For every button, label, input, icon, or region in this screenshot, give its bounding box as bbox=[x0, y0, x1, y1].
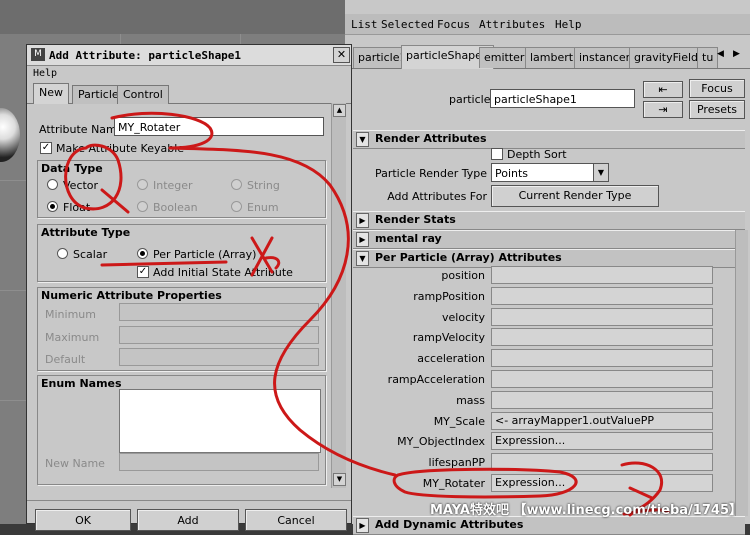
annotation-connector bbox=[168, 146, 397, 477]
annotation-x-mark bbox=[250, 236, 281, 277]
watermark: MAYA特效吧 【www.linecg.com/tieba/1745】 bbox=[429, 503, 742, 518]
red-annotation-strokes bbox=[64, 111, 670, 517]
annotation-q-mark bbox=[64, 143, 130, 214]
annotation-underline bbox=[100, 260, 228, 267]
annotation-stroke bbox=[110, 111, 214, 150]
annotation-highlight-my-rotater bbox=[392, 467, 578, 499]
